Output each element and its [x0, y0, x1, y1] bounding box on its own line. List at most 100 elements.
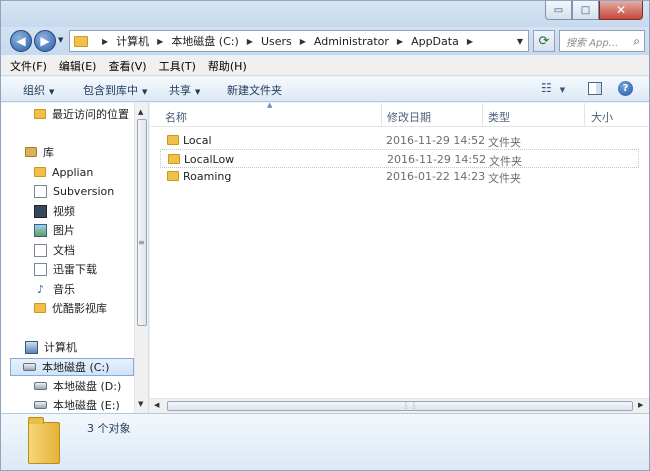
search-input[interactable]: 搜索 App... ⌕ [559, 30, 645, 52]
file-name: LocalLow [184, 153, 235, 166]
scroll-down-icon[interactable]: ▼ [138, 400, 143, 408]
search-icon[interactable]: ⌕ [633, 34, 640, 49]
sort-ascending-icon: ▲ [267, 101, 273, 109]
file-row[interactable]: Local 2016-11-29 14:52 文件夹 [160, 131, 639, 150]
music-icon: ♪ [36, 282, 45, 296]
nav-label: 文档 [53, 244, 75, 257]
share-button[interactable]: 共享 ▼ [169, 82, 200, 98]
column-header-type[interactable]: 类型 [488, 109, 510, 125]
change-view-button[interactable]: ☷ ▼ [541, 81, 565, 95]
forward-button[interactable]: ▶ [34, 30, 56, 52]
file-type: 文件夹 [488, 172, 521, 185]
column-divider[interactable] [584, 103, 585, 127]
documents-icon [34, 243, 47, 257]
breadcrumb-administrator[interactable]: Administrator [314, 35, 389, 48]
include-in-library-button[interactable]: 包含到库中 ▼ [83, 82, 147, 98]
search-placeholder: 搜索 App... [566, 37, 619, 49]
nav-item-library[interactable]: 视频 [34, 202, 75, 220]
nav-label: 音乐 [53, 283, 75, 296]
preview-pane-button[interactable] [588, 82, 602, 95]
computer-icon [25, 340, 38, 354]
nav-item-recent-places[interactable]: 最近访问的位置 [34, 105, 129, 123]
nav-label: 本地磁盘 (E:) [53, 399, 120, 412]
nav-label: 最近访问的位置 [52, 108, 129, 121]
breadcrumb-separator-icon[interactable]: ▶ [157, 37, 163, 46]
nav-item-libraries[interactable]: 库 [25, 143, 54, 161]
breadcrumb-drive-c[interactable]: 本地磁盘 (C:) [171, 33, 238, 49]
scroll-up-icon[interactable]: ▲ [138, 108, 143, 116]
file-type: 文件夹 [488, 136, 521, 149]
nav-item-drive-c[interactable]: 本地磁盘 (C:) [10, 358, 134, 376]
file-row[interactable]: LocalLow 2016-11-29 14:52 文件夹 [160, 149, 639, 168]
menu-bar: 文件(F) 编辑(E) 查看(V) 工具(T) 帮助(H) [1, 56, 649, 76]
menu-view[interactable]: 查看(V) [108, 58, 146, 74]
refresh-button[interactable]: ⟳ [533, 30, 555, 52]
scroll-left-icon[interactable]: ◀ [154, 401, 159, 409]
breadcrumb-separator-icon[interactable]: ▶ [102, 37, 108, 46]
column-header-date[interactable]: 修改日期 [387, 109, 431, 125]
minimize-button[interactable]: ▭ [545, 1, 572, 20]
refresh-icon: ⟳ [538, 33, 550, 49]
breadcrumb-computer[interactable]: 计算机 [116, 33, 149, 49]
breadcrumb-separator-icon[interactable]: ▶ [300, 37, 306, 46]
drive-icon [34, 382, 47, 390]
breadcrumb-separator-icon[interactable]: ▶ [397, 37, 403, 46]
command-bar: 组织 ▼ 包含到库中 ▼ 共享 ▼ 新建文件夹 ☷ ▼ ? [1, 77, 649, 102]
column-header-size[interactable]: 大小 [591, 109, 613, 125]
nav-item-library[interactable]: 优酷影视库 [34, 299, 107, 317]
drive-icon [34, 401, 47, 409]
file-name: Roaming [183, 170, 232, 183]
organize-label: 组织 [23, 84, 45, 97]
recent-pages-dropdown-icon[interactable]: ▼ [58, 36, 63, 44]
back-button[interactable]: ◀ [10, 30, 32, 52]
nav-item-computer[interactable]: 计算机 [25, 338, 77, 356]
scrollbar-thumb[interactable] [137, 119, 147, 326]
nav-item-library[interactable]: 图片 [34, 221, 75, 239]
breadcrumb-appdata[interactable]: AppData [411, 35, 459, 48]
menu-edit[interactable]: 编辑(E) [59, 58, 97, 74]
address-history-dropdown-icon[interactable]: ▼ [517, 37, 523, 46]
folder-icon [34, 167, 46, 177]
nav-item-library[interactable]: Subversion [34, 182, 114, 200]
include-library-label: 包含到库中 [83, 84, 138, 97]
breadcrumb-users[interactable]: Users [261, 35, 292, 48]
nav-item-library[interactable]: 文档 [34, 241, 75, 259]
column-header-row: ▲ 名称 修改日期 类型 大小 [150, 101, 649, 127]
file-date: 2016-11-29 14:52 [386, 134, 486, 147]
nav-item-drive-d[interactable]: 本地磁盘 (D:) [34, 377, 121, 395]
nav-label: 优酷影视库 [52, 302, 107, 315]
organize-button[interactable]: 组织 ▼ [23, 82, 54, 98]
videos-icon [34, 204, 47, 218]
nav-item-drive-e[interactable]: 本地磁盘 (E:) [34, 396, 120, 413]
nav-item-library[interactable]: Applian [34, 163, 93, 181]
menu-help[interactable]: 帮助(H) [208, 58, 247, 74]
breadcrumb-separator-icon[interactable]: ▶ [247, 37, 253, 46]
address-row: ◀ ▶ ▼ ▶ 计算机 ▶ 本地磁盘 (C:) ▶ Users ▶ Admini… [1, 27, 649, 55]
column-header-name[interactable]: 名称 [165, 109, 187, 125]
menu-file[interactable]: 文件(F) [10, 58, 47, 74]
help-button[interactable]: ? [618, 81, 633, 96]
nav-item-library[interactable]: 迅雷下载 [34, 260, 97, 278]
nav-label: 视频 [53, 205, 75, 218]
scroll-right-icon[interactable]: ▶ [638, 401, 643, 409]
back-arrow-icon: ◀ [16, 34, 26, 48]
thunder-downloads-icon [34, 262, 47, 276]
new-folder-button[interactable]: 新建文件夹 [227, 82, 282, 98]
scrollbar-grip-icon: ≡ [138, 238, 145, 247]
column-divider[interactable] [482, 103, 483, 127]
nav-pane-scrollbar[interactable]: ▲ ≡ ▼ [134, 103, 148, 413]
menu-tools[interactable]: 工具(T) [159, 58, 196, 74]
horizontal-scrollbar[interactable]: ◀ ⋮⋮ ▶ [150, 398, 649, 413]
nav-label: 本地磁盘 (D:) [53, 380, 122, 393]
maximize-button[interactable]: □ [572, 1, 599, 20]
breadcrumb-separator-icon[interactable]: ▶ [467, 37, 473, 46]
explorer-window: ▭ □ ✕ ◀ ▶ ▼ ▶ 计算机 ▶ 本地磁盘 (C:) ▶ Users ▶ … [0, 0, 650, 471]
chevron-down-icon: ▼ [49, 88, 55, 96]
column-divider[interactable] [381, 103, 382, 127]
scrollbar-thumb[interactable]: ⋮⋮ [167, 401, 633, 411]
address-bar[interactable]: ▶ 计算机 ▶ 本地磁盘 (C:) ▶ Users ▶ Administrato… [69, 30, 529, 52]
nav-item-library[interactable]: ♪ 音乐 [34, 280, 75, 298]
close-button[interactable]: ✕ [599, 1, 643, 20]
nav-label: 图片 [53, 224, 75, 237]
file-row[interactable]: Roaming 2016-01-22 14:23 文件夹 [160, 167, 639, 186]
